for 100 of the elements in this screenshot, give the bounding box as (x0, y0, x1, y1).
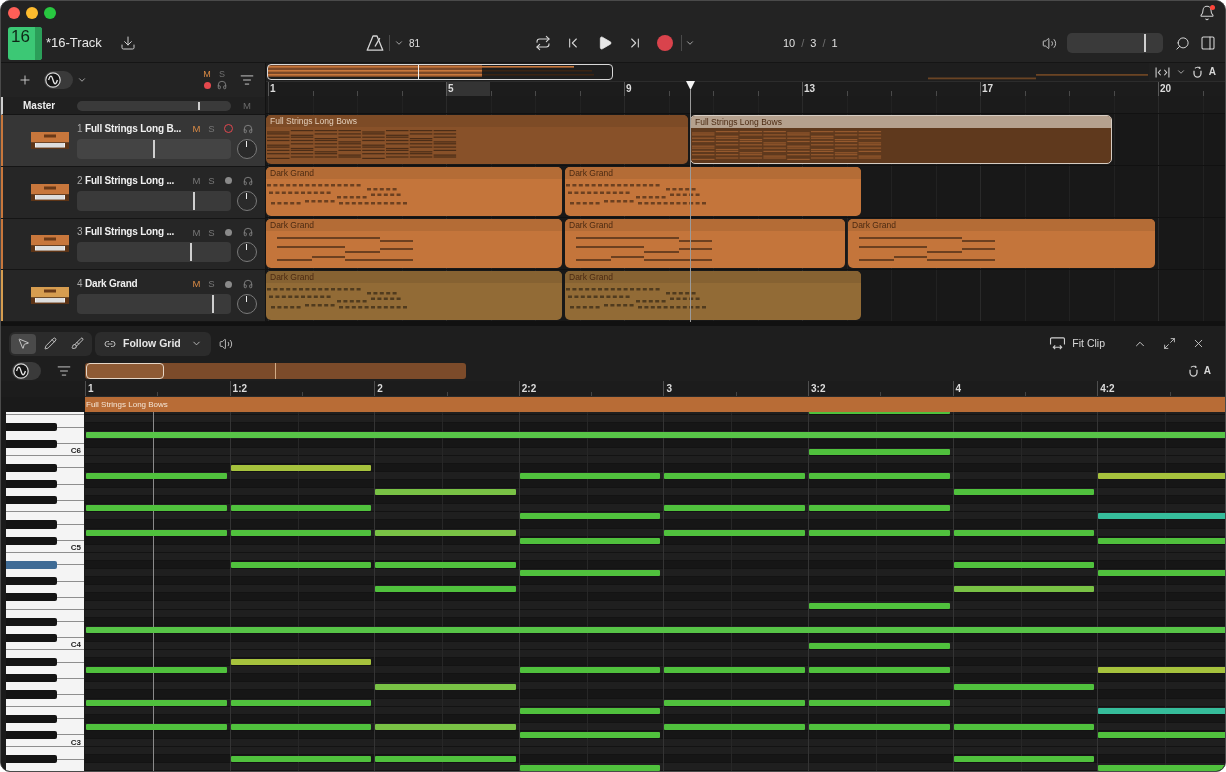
minimize-button[interactable] (26, 6, 38, 19)
volume-slider[interactable] (1067, 33, 1163, 53)
piano-key[interactable] (6, 625, 84, 634)
slider-thumb[interactable] (189, 243, 192, 262)
fit-width-icon[interactable] (1154, 66, 1170, 78)
midi-note[interactable] (230, 529, 372, 536)
filter-list-icon[interactable] (240, 73, 254, 87)
midi-note[interactable] (809, 667, 950, 674)
midi-note[interactable] (86, 724, 227, 731)
chevron-down-icon[interactable] (685, 38, 695, 48)
piano-key[interactable] (6, 471, 84, 480)
slider-thumb[interactable] (197, 101, 200, 110)
midi-note[interactable] (809, 472, 950, 479)
sidebar-toggle-icon[interactable] (1200, 35, 1216, 51)
piano-key[interactable] (6, 633, 57, 642)
headphones-icon[interactable] (242, 175, 253, 186)
midi-note[interactable] (519, 667, 661, 674)
midi-note[interactable] (375, 586, 516, 593)
chevron-down-icon[interactable] (1175, 67, 1186, 77)
mute-button[interactable]: M (189, 227, 204, 238)
clip[interactable]: Dark Grand (565, 167, 861, 216)
piano-key[interactable] (6, 755, 57, 764)
clip[interactable]: Dark Grand (266, 219, 562, 268)
piano-key[interactable] (6, 488, 84, 497)
speaker-icon[interactable] (219, 336, 233, 351)
piano-key[interactable]: C3 (6, 739, 84, 748)
play-icon[interactable] (597, 35, 613, 51)
midi-note[interactable] (1098, 570, 1225, 577)
midi-note[interactable] (519, 513, 661, 520)
search-icon[interactable] (1175, 35, 1190, 51)
midi-note[interactable] (86, 626, 1225, 633)
midi-note[interactable] (1098, 732, 1225, 739)
slider-thumb[interactable] (193, 191, 196, 210)
volume-slider[interactable] (77, 100, 231, 111)
piano-key[interactable] (6, 528, 84, 537)
midi-note[interactable] (1098, 537, 1225, 544)
headphones-icon[interactable] (242, 123, 253, 134)
piano-key[interactable] (6, 480, 57, 489)
piano-key[interactable] (6, 585, 84, 594)
clip[interactable]: Dark Grand (565, 219, 845, 268)
track-header[interactable]: 2 Full Strings Long ... M S (1, 166, 265, 219)
midi-note[interactable] (664, 667, 805, 674)
midi-note[interactable] (664, 472, 805, 479)
midi-note[interactable] (953, 562, 1095, 569)
piano-key[interactable]: C4 (6, 641, 84, 650)
midi-note[interactable] (230, 505, 372, 512)
tempo-value[interactable]: 81 (409, 35, 425, 51)
record-arm-icon[interactable] (225, 228, 232, 236)
record-arm-icon[interactable] (225, 177, 232, 185)
piano-key[interactable] (6, 423, 57, 432)
midi-note[interactable] (230, 659, 372, 666)
metronome-icon[interactable] (366, 35, 384, 51)
midi-note[interactable] (230, 756, 372, 763)
record-button[interactable] (657, 35, 673, 51)
add-track-icon[interactable] (18, 73, 32, 87)
midi-note[interactable] (86, 472, 227, 479)
midi-note[interactable] (519, 537, 661, 544)
midi-note[interactable] (953, 756, 1095, 763)
solo-button[interactable]: S (204, 279, 219, 289)
close-icon[interactable] (1192, 337, 1205, 350)
solo-button[interactable]: S (204, 227, 219, 238)
pan-knob[interactable] (237, 190, 257, 211)
clip[interactable]: Full Strings Long Bows (266, 115, 688, 164)
midi-note[interactable] (230, 699, 372, 706)
volume-slider[interactable] (77, 294, 231, 315)
piano-key[interactable] (6, 682, 84, 691)
midi-note[interactable] (519, 472, 661, 479)
piano-key[interactable] (6, 698, 84, 707)
midi-note[interactable] (86, 699, 227, 706)
midi-note[interactable] (953, 586, 1095, 593)
mute-button[interactable]: M (189, 279, 204, 289)
magnet-icon[interactable] (1191, 66, 1203, 78)
midi-note[interactable] (375, 756, 516, 763)
download-icon[interactable] (120, 35, 136, 51)
track-header[interactable]: 3 Full Strings Long ... M S (1, 218, 265, 271)
mute-button[interactable]: M (189, 175, 204, 186)
midi-note[interactable] (1098, 472, 1225, 479)
clip[interactable]: Dark Grand (848, 219, 1155, 268)
midi-note[interactable] (86, 432, 1225, 439)
speaker-icon[interactable] (1042, 35, 1057, 51)
waveform-toggle[interactable] (12, 362, 41, 380)
midi-note[interactable] (809, 602, 950, 609)
midi-note[interactable] (375, 724, 516, 731)
piano-key[interactable] (6, 415, 84, 424)
piano-key[interactable] (6, 649, 84, 659)
piano-key[interactable] (6, 593, 57, 602)
piano-key[interactable]: C6 (6, 447, 84, 456)
piano-key[interactable] (6, 569, 84, 578)
solo-button[interactable]: S (204, 175, 219, 186)
piano-key[interactable] (6, 666, 84, 675)
midi-note[interactable] (86, 667, 227, 674)
fit-clip-button[interactable]: Fit Clip (1049, 335, 1105, 352)
midi-note[interactable] (809, 505, 950, 512)
midi-note[interactable] (953, 724, 1095, 731)
solo-indicator[interactable]: S (219, 70, 225, 79)
piano-key[interactable] (6, 722, 84, 731)
headphones-icon[interactable] (242, 227, 253, 238)
midi-note[interactable] (809, 529, 950, 536)
mute-indicator[interactable]: M (203, 70, 211, 79)
piano-key[interactable] (6, 577, 57, 586)
